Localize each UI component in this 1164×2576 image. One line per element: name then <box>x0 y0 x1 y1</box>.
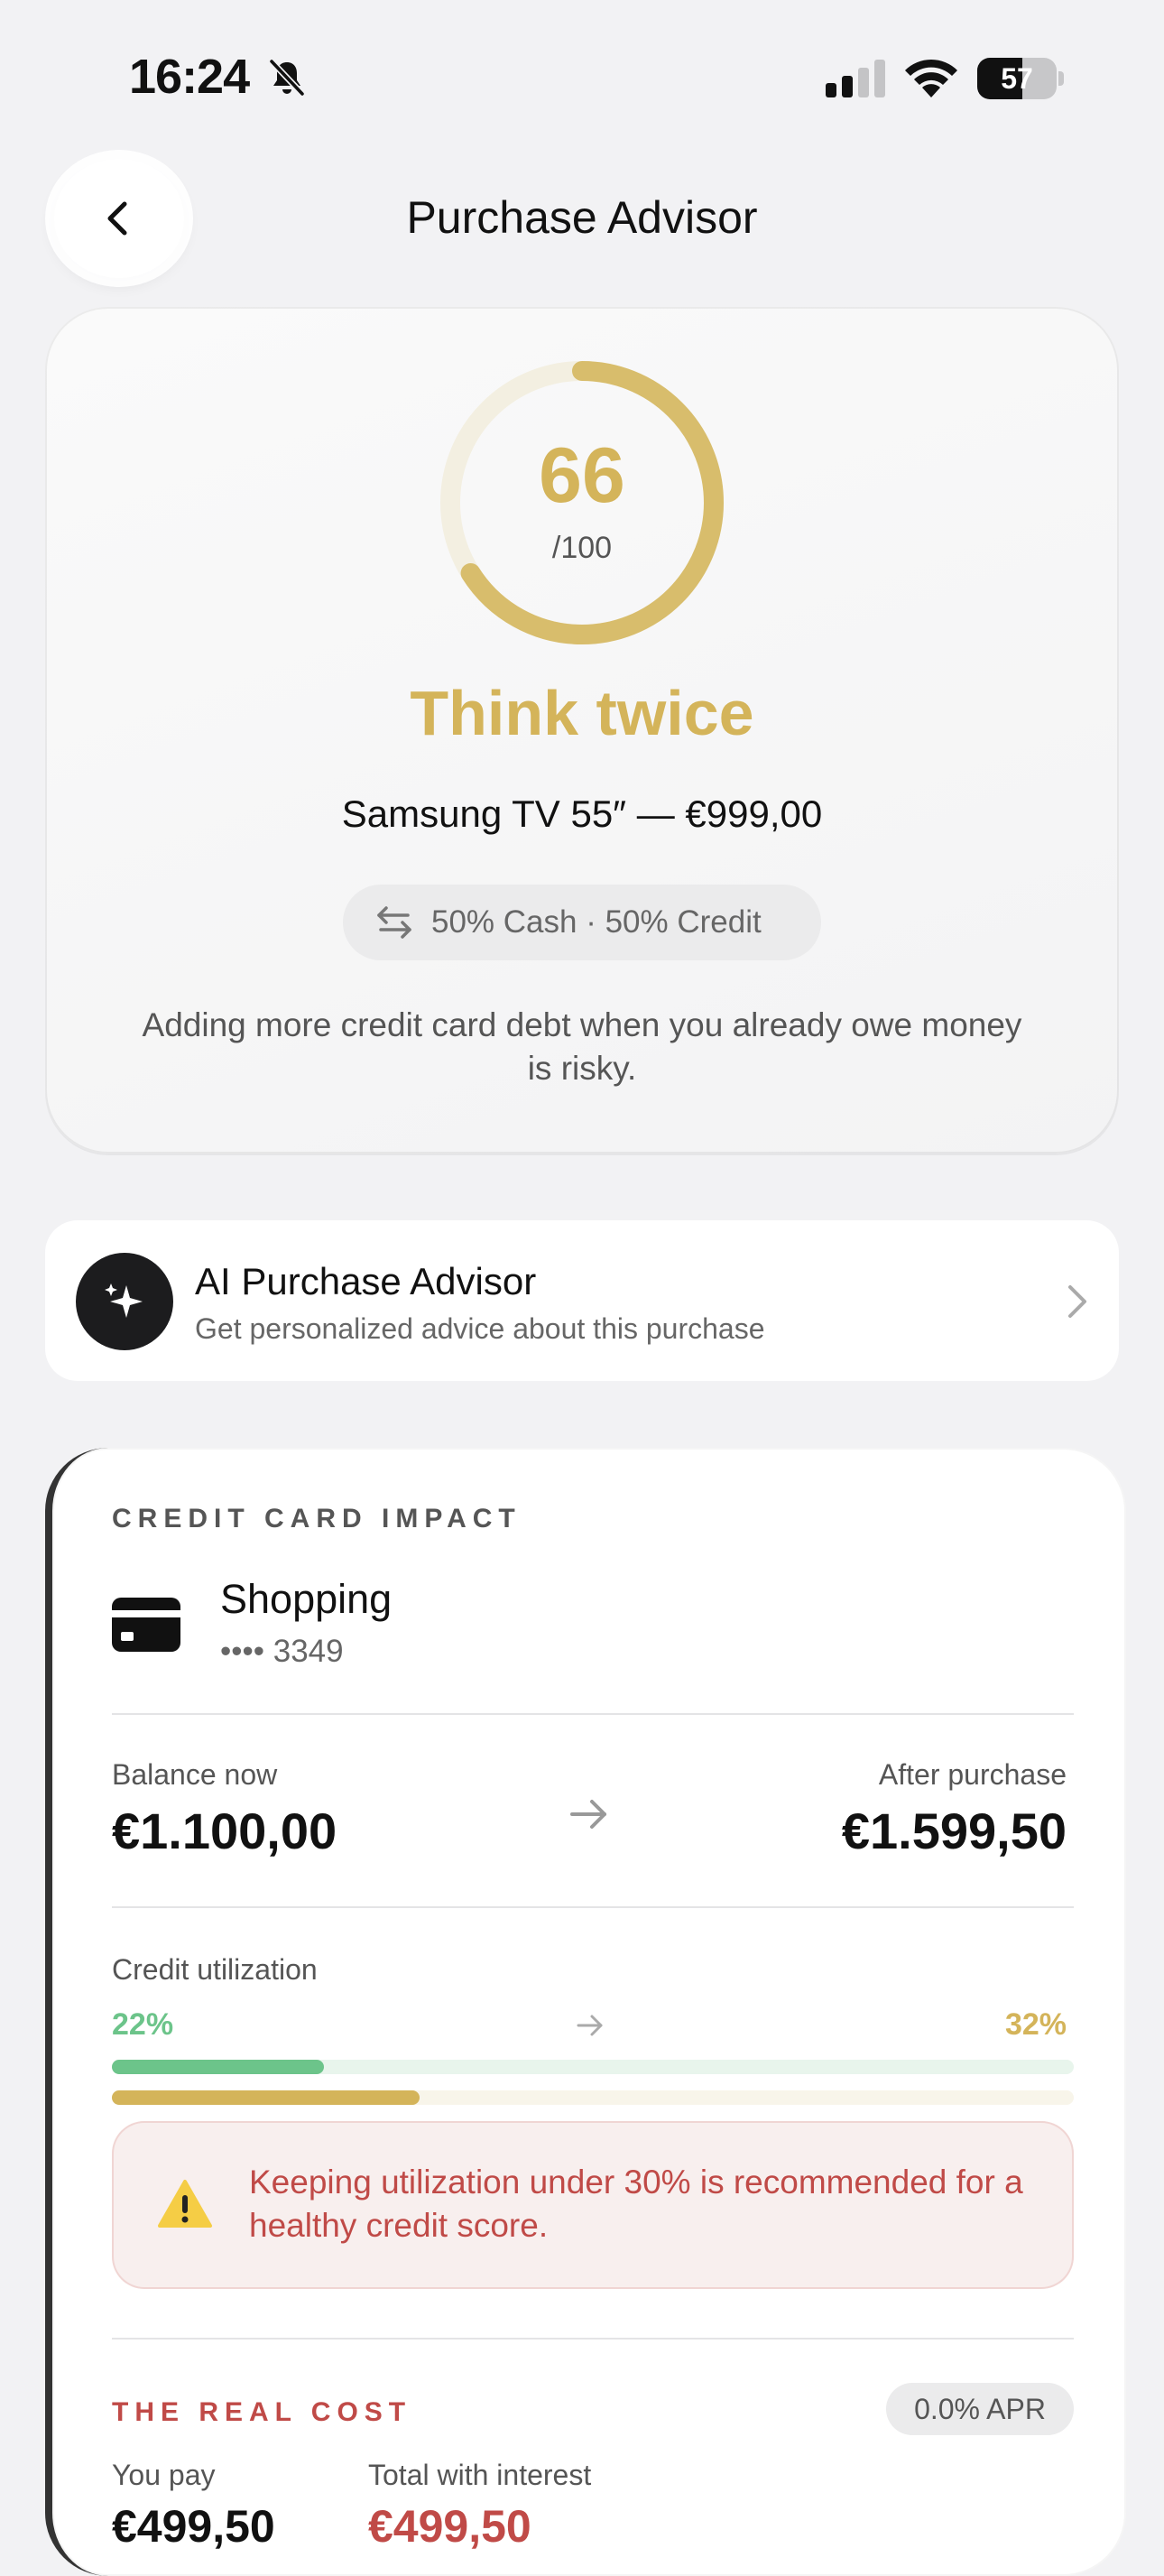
utilization-before: 22% <box>112 2007 174 2042</box>
utilization-before-fill <box>112 2060 324 2074</box>
product-name-price: Samsung TV 55″ — €999,00 <box>341 792 823 835</box>
arrow-right-icon <box>570 1800 606 1829</box>
credit-impact-title: CREDIT CARD IMPACT <box>112 1504 522 1534</box>
utilization-after-fill <box>112 2090 420 2105</box>
warning-triangle-icon <box>158 2180 212 2228</box>
credit-card-icon <box>112 1598 180 1652</box>
total-interest-label: Total with interest <box>368 2459 592 2491</box>
balance-now-label: Balance now <box>112 1758 278 1791</box>
utilization-after-bar <box>112 2090 1074 2105</box>
ai-advisor-title: AI Purchase Advisor <box>195 1260 537 1302</box>
utilization-before-bar <box>112 2060 1074 2074</box>
credit-impact-card: CREDIT CARD IMPACT Shopping •••• 3349 Ba… <box>45 1448 1126 2576</box>
status-time: 16:24 <box>129 50 250 104</box>
apr-badge: 0.0% APR <box>886 2383 1074 2435</box>
utilization-after: 32% <box>1004 2007 1067 2042</box>
utilization-warning: Keeping utilization under 30% is recomme… <box>112 2121 1074 2289</box>
page-title: Purchase Advisor <box>406 192 758 243</box>
payment-split-text: 50% Cash · 50% Credit <box>431 904 762 940</box>
ai-advisor-subtitle: Get personalized advice about this purch… <box>195 1312 765 1345</box>
battery-indicator: 57 <box>977 58 1064 99</box>
after-purchase-value: €1.599,50 <box>841 1802 1067 1859</box>
score-card: 66 /100 Think twice Samsung TV 55″ — €99… <box>45 307 1119 1154</box>
ai-advisor-row[interactable]: AI Purchase Advisor Get personalized adv… <box>45 1220 1119 1381</box>
you-pay-label: You pay <box>112 2459 216 2491</box>
swap-arrows-icon <box>377 906 411 939</box>
card-number: •••• 3349 <box>220 1634 344 1669</box>
utilization-label: Credit utilization <box>112 1953 318 1986</box>
divider <box>112 1906 1074 1908</box>
battery-tip <box>1058 71 1064 86</box>
balance-now-value: €1.100,00 <box>112 1802 337 1859</box>
total-interest-value: €499,50 <box>368 2501 531 2552</box>
battery-level-text: 57 <box>1001 62 1033 95</box>
verdict-label: Think twice <box>410 678 754 748</box>
warning-text: Keeping utilization under 30% is recomme… <box>249 2164 1023 2244</box>
divider <box>112 2338 1074 2340</box>
divider <box>112 1713 1074 1715</box>
sparkles-icon <box>105 1283 143 1318</box>
score-max: /100 <box>551 531 613 565</box>
bell-slash-icon <box>269 59 305 97</box>
chevron-right-icon <box>1068 1285 1086 1318</box>
wifi-icon <box>905 59 957 97</box>
real-cost-title: THE REAL COST <box>112 2397 412 2427</box>
cellular-signal-icon <box>826 60 885 97</box>
status-bar: 16:24 57 <box>0 0 1164 153</box>
ai-avatar <box>76 1253 173 1350</box>
advice-text: Adding more credit card debt when you al… <box>142 1006 1022 1087</box>
you-pay-value: €499,50 <box>112 2501 275 2552</box>
payment-split-chip: 50% Cash · 50% Credit <box>343 885 821 960</box>
signal-bar <box>842 76 853 97</box>
signal-bar <box>826 83 836 97</box>
signal-bar <box>874 60 885 97</box>
arrow-right-icon <box>577 2015 603 2036</box>
signal-bar <box>858 68 869 97</box>
card-name: Shopping <box>220 1576 393 1622</box>
after-purchase-label: After purchase <box>878 1758 1067 1791</box>
score-value: 66 <box>539 432 625 519</box>
